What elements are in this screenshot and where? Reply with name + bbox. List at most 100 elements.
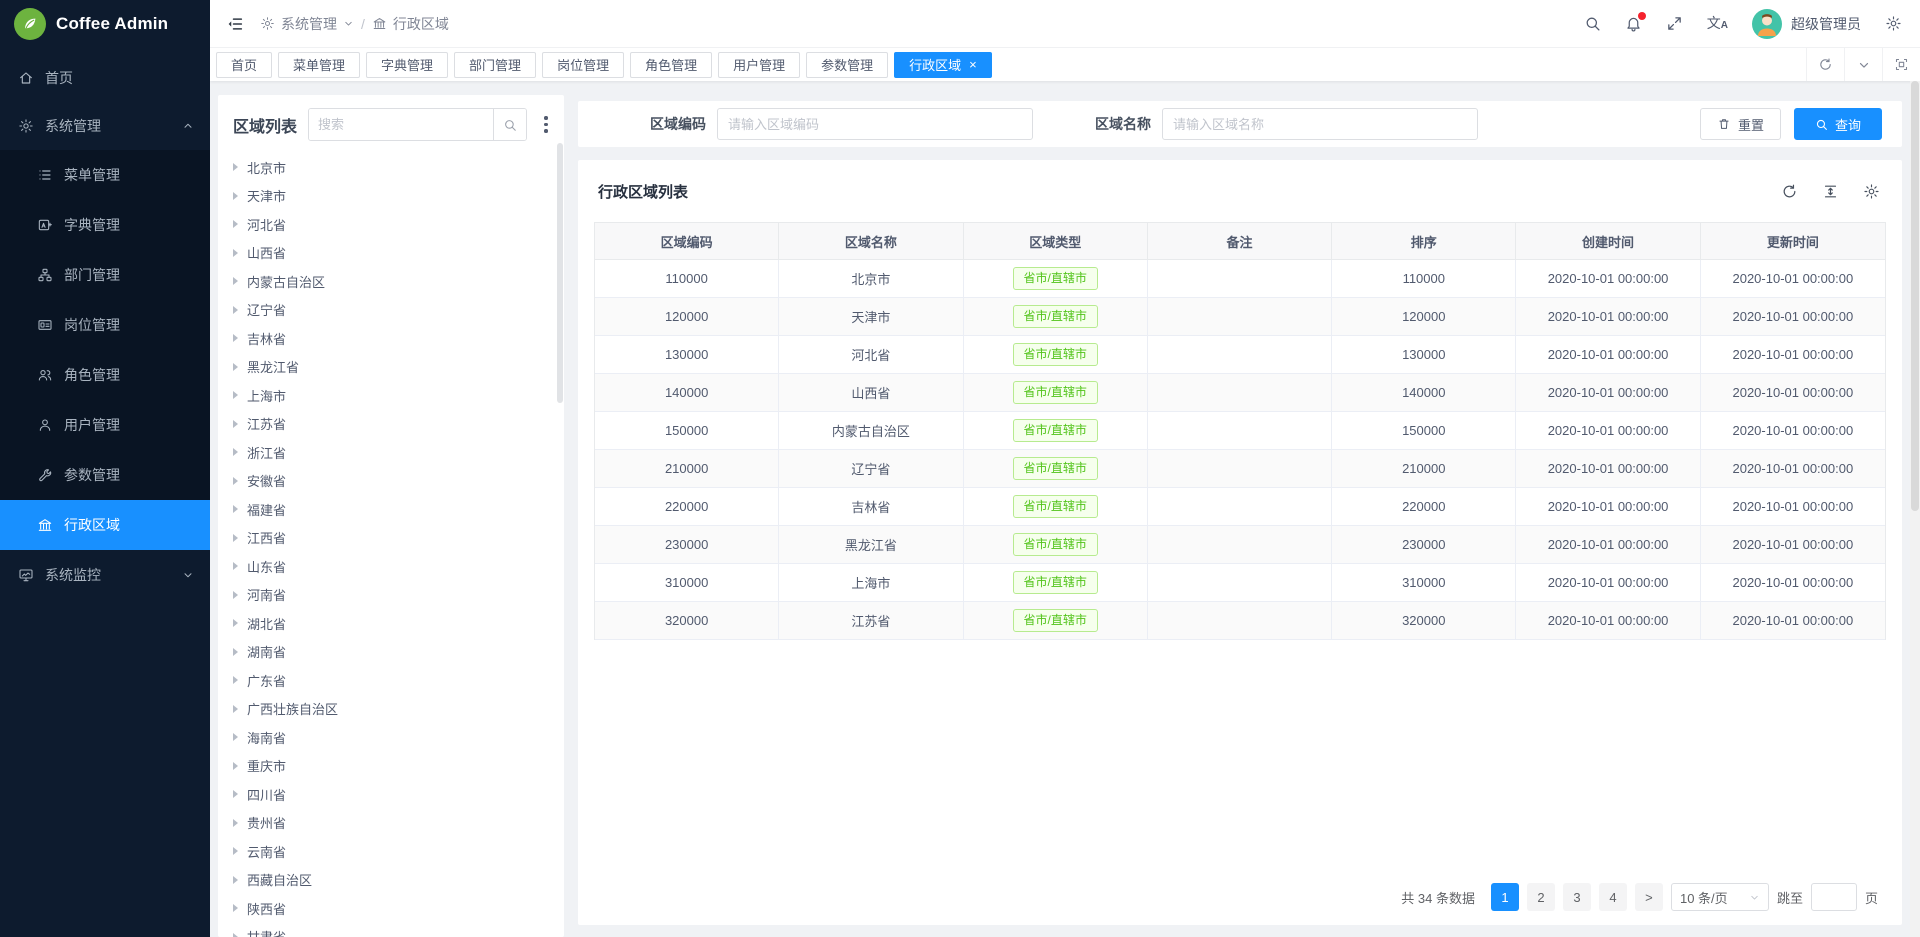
settings-gear-icon[interactable] <box>1885 15 1902 32</box>
tree-item[interactable]: 重庆市 <box>218 752 564 781</box>
row-density-icon[interactable] <box>1822 183 1839 200</box>
sidebar-item-post-management[interactable]: 岗位管理 <box>0 300 210 350</box>
tree-item[interactable]: 江西省 <box>218 524 564 553</box>
tree-item[interactable]: 吉林省 <box>218 324 564 353</box>
caret-right-icon[interactable] <box>233 933 238 937</box>
tree-item[interactable]: 河北省 <box>218 210 564 239</box>
tree-item[interactable]: 江苏省 <box>218 410 564 439</box>
page-button[interactable]: 2 <box>1527 883 1555 911</box>
tab[interactable]: 菜单管理 × <box>278 52 360 78</box>
sidebar-item-menu-management[interactable]: 菜单管理 <box>0 150 210 200</box>
tab[interactable]: 用户管理 × <box>718 52 800 78</box>
caret-right-icon[interactable] <box>233 733 238 741</box>
page-scrollbar[interactable] <box>1910 81 1920 937</box>
tree-item[interactable]: 北京市 <box>218 153 564 182</box>
tab[interactable]: 行政区域 × <box>894 52 992 78</box>
sidebar-item-department-management[interactable]: 部门管理 <box>0 250 210 300</box>
tree-scrollbar-thumb[interactable] <box>557 143 563 403</box>
table-row[interactable]: 140000 山西省 省市/直辖市 140000 2020-10-01 00:0… <box>595 374 1885 412</box>
sidebar-section-system[interactable]: 系统管理 <box>0 102 210 150</box>
maximize-icon[interactable] <box>1882 48 1920 81</box>
sidebar-item-role-management[interactable]: 角色管理 <box>0 350 210 400</box>
caret-right-icon[interactable] <box>233 249 238 257</box>
search-icon[interactable] <box>1584 15 1601 32</box>
refresh-icon[interactable] <box>1781 183 1798 200</box>
tree-item[interactable]: 浙江省 <box>218 438 564 467</box>
table-row[interactable]: 150000 内蒙古自治区 省市/直辖市 150000 2020-10-01 0… <box>595 412 1885 450</box>
reset-button[interactable]: 重置 <box>1700 108 1781 140</box>
table-row[interactable]: 130000 河北省 省市/直辖市 130000 2020-10-01 00:0… <box>595 336 1885 374</box>
translate-icon[interactable]: 文A <box>1707 16 1728 31</box>
caret-right-icon[interactable] <box>233 363 238 371</box>
caret-right-icon[interactable] <box>233 648 238 656</box>
caret-right-icon[interactable] <box>233 505 238 513</box>
caret-right-icon[interactable] <box>233 220 238 228</box>
tree-item[interactable]: 云南省 <box>218 837 564 866</box>
tree-item[interactable]: 福建省 <box>218 495 564 524</box>
tab-close-icon[interactable]: × <box>969 58 977 71</box>
table-row[interactable]: 320000 江苏省 省市/直辖市 320000 2020-10-01 00:0… <box>595 602 1885 640</box>
sidebar-item-params-management[interactable]: 参数管理 <box>0 450 210 500</box>
tree-search-input[interactable] <box>309 109 493 140</box>
caret-right-icon[interactable] <box>233 591 238 599</box>
caret-right-icon[interactable] <box>233 705 238 713</box>
page-scrollbar-thumb[interactable] <box>1911 81 1919 511</box>
caret-right-icon[interactable] <box>233 676 238 684</box>
tree-item[interactable]: 湖南省 <box>218 638 564 667</box>
tree-item[interactable]: 天津市 <box>218 182 564 211</box>
more-options-icon[interactable] <box>538 112 554 137</box>
chevron-down-icon[interactable] <box>1844 48 1882 81</box>
table-row[interactable]: 230000 黑龙江省 省市/直辖市 230000 2020-10-01 00:… <box>595 526 1885 564</box>
sidebar-item-user-management[interactable]: 用户管理 <box>0 400 210 450</box>
page-size-select[interactable]: 10 条/页 <box>1671 883 1769 911</box>
user-menu[interactable]: 超级管理员 <box>1752 9 1861 39</box>
tree-item[interactable]: 广西壮族自治区 <box>218 695 564 724</box>
caret-right-icon[interactable] <box>233 790 238 798</box>
caret-right-icon[interactable] <box>233 277 238 285</box>
caret-right-icon[interactable] <box>233 762 238 770</box>
caret-right-icon[interactable] <box>233 876 238 884</box>
caret-right-icon[interactable] <box>233 306 238 314</box>
tab[interactable]: 岗位管理 × <box>542 52 624 78</box>
tab[interactable]: 字典管理 × <box>366 52 448 78</box>
caret-right-icon[interactable] <box>233 420 238 428</box>
tab[interactable]: 参数管理 × <box>806 52 888 78</box>
column-settings-gear-icon[interactable] <box>1863 183 1880 200</box>
page-button[interactable]: 4 <box>1599 883 1627 911</box>
sidebar-item-region[interactable]: 行政区域 <box>0 500 210 550</box>
sidebar-item-dictionary-management[interactable]: 字典管理 <box>0 200 210 250</box>
tree-item[interactable]: 甘肃省 <box>218 923 564 937</box>
caret-right-icon[interactable] <box>233 334 238 342</box>
caret-right-icon[interactable] <box>233 448 238 456</box>
notification-bell-icon[interactable] <box>1625 15 1642 32</box>
tree-item[interactable]: 安徽省 <box>218 467 564 496</box>
tree-item[interactable]: 海南省 <box>218 723 564 752</box>
page-button[interactable]: 3 <box>1563 883 1591 911</box>
table-row[interactable]: 210000 辽宁省 省市/直辖市 210000 2020-10-01 00:0… <box>595 450 1885 488</box>
refresh-icon[interactable] <box>1806 48 1844 81</box>
search-button[interactable]: 查询 <box>1794 108 1882 140</box>
tree-item[interactable]: 四川省 <box>218 780 564 809</box>
fullscreen-icon[interactable] <box>1666 15 1683 32</box>
tree-item[interactable]: 山西省 <box>218 239 564 268</box>
caret-right-icon[interactable] <box>233 163 238 171</box>
tree-item[interactable]: 西藏自治区 <box>218 866 564 895</box>
tab[interactable]: 角色管理 × <box>630 52 712 78</box>
tree-item[interactable]: 湖北省 <box>218 609 564 638</box>
region-name-input[interactable] <box>1162 108 1478 140</box>
caret-right-icon[interactable] <box>233 192 238 200</box>
breadcrumb-parent[interactable]: 系统管理 <box>260 14 354 34</box>
table-row[interactable]: 120000 天津市 省市/直辖市 120000 2020-10-01 00:0… <box>595 298 1885 336</box>
tree-item[interactable]: 黑龙江省 <box>218 353 564 382</box>
tree-item[interactable]: 陕西省 <box>218 894 564 923</box>
tree-item[interactable]: 辽宁省 <box>218 296 564 325</box>
caret-right-icon[interactable] <box>233 562 238 570</box>
caret-right-icon[interactable] <box>233 819 238 827</box>
next-page-button[interactable]: > <box>1635 883 1663 911</box>
tree-item[interactable]: 山东省 <box>218 552 564 581</box>
table-row[interactable]: 310000 上海市 省市/直辖市 310000 2020-10-01 00:0… <box>595 564 1885 602</box>
caret-right-icon[interactable] <box>233 534 238 542</box>
sidebar-section-monitor[interactable]: 系统监控 <box>0 550 210 600</box>
region-code-input[interactable] <box>717 108 1033 140</box>
tree-search-icon[interactable] <box>493 109 526 140</box>
